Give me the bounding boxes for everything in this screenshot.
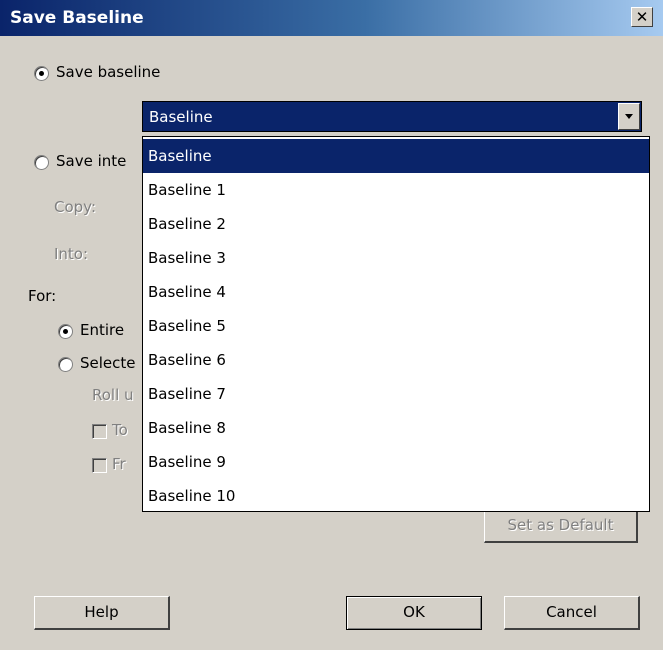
save-interim-label: Save inte xyxy=(56,152,127,170)
close-button[interactable]: ✕ xyxy=(631,7,653,27)
title-bar: Save Baseline ✕ xyxy=(0,0,663,36)
for-label: For: xyxy=(28,287,57,305)
ok-button[interactable]: OK xyxy=(346,596,482,630)
dropdown-option[interactable]: Baseline 1 xyxy=(143,173,649,207)
from-subtasks-label: Fr xyxy=(112,455,126,473)
cancel-button[interactable]: Cancel xyxy=(504,596,640,630)
dropdown-option[interactable]: Baseline xyxy=(143,139,649,173)
dropdown-option[interactable]: Baseline 7 xyxy=(143,377,649,411)
dropdown-option[interactable]: Baseline 8 xyxy=(143,411,649,445)
save-baseline-label: Save baseline xyxy=(56,63,161,81)
to-all-summary-label: To xyxy=(112,421,128,439)
dialog-title: Save Baseline xyxy=(10,8,144,28)
baseline-dropdown-list: Baseline Baseline 1 Baseline 2 Baseline … xyxy=(142,136,650,512)
baseline-select[interactable]: Baseline xyxy=(142,101,642,132)
entire-project-radio[interactable] xyxy=(58,324,73,339)
help-button[interactable]: Help xyxy=(34,596,170,630)
dropdown-option[interactable]: Baseline 3 xyxy=(143,241,649,275)
entire-project-label: Entire xyxy=(80,321,125,339)
dropdown-option[interactable]: Baseline 4 xyxy=(143,275,649,309)
selected-tasks-radio[interactable] xyxy=(58,357,73,372)
into-label: Into: xyxy=(54,245,89,263)
save-baseline-radio[interactable] xyxy=(34,66,49,81)
baseline-select-value: Baseline xyxy=(149,108,213,126)
dropdown-option[interactable]: Baseline 10 xyxy=(143,479,649,513)
set-as-default-button[interactable]: Set as Default xyxy=(484,509,638,543)
dropdown-option[interactable]: Baseline 6 xyxy=(143,343,649,377)
selected-tasks-label: Selecte xyxy=(80,354,136,372)
to-all-summary-checkbox[interactable] xyxy=(92,424,107,439)
radio-dot-icon xyxy=(39,71,44,76)
radio-dot-icon xyxy=(63,329,68,334)
save-interim-radio[interactable] xyxy=(34,155,49,170)
chevron-down-icon xyxy=(625,114,633,119)
roll-up-label: Roll u xyxy=(92,386,134,404)
dropdown-option[interactable]: Baseline 5 xyxy=(143,309,649,343)
dropdown-option[interactable]: Baseline 2 xyxy=(143,207,649,241)
close-icon: ✕ xyxy=(635,8,649,26)
dropdown-arrow-button[interactable] xyxy=(618,103,640,130)
from-subtasks-checkbox[interactable] xyxy=(92,458,107,473)
copy-label: Copy: xyxy=(54,198,97,216)
dropdown-option[interactable]: Baseline 9 xyxy=(143,445,649,479)
